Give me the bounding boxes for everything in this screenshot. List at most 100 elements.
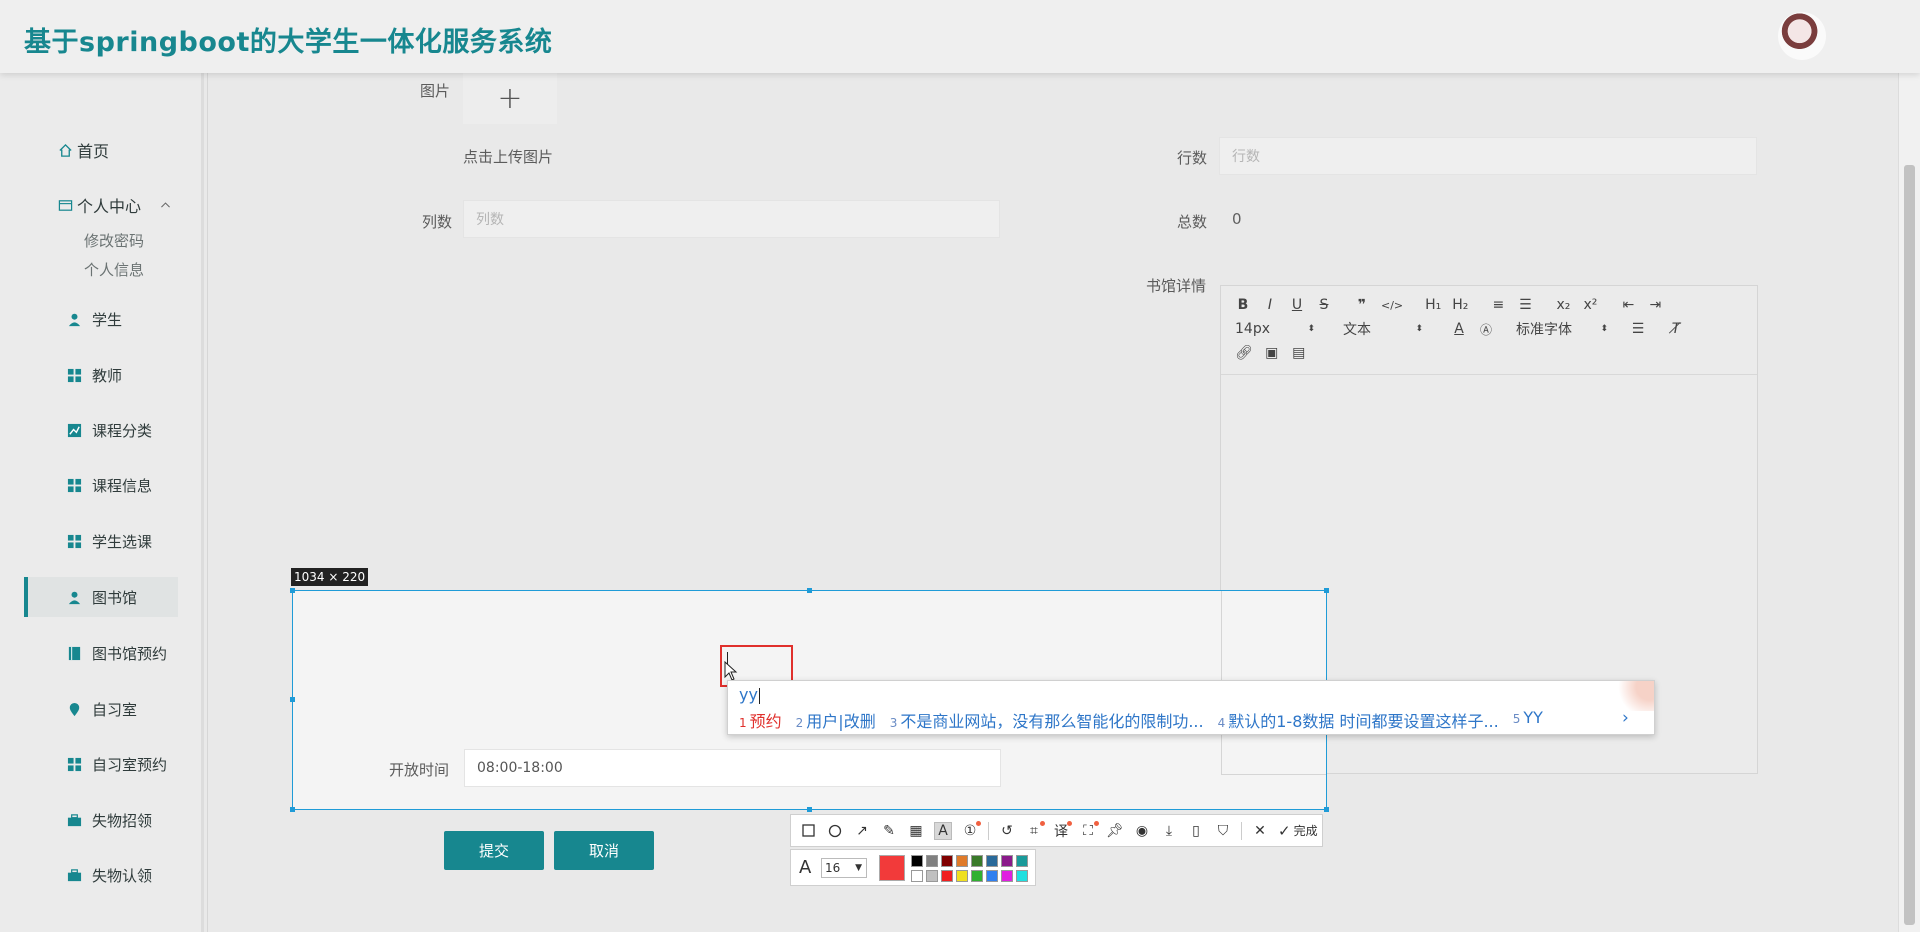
color-swatch[interactable]	[1001, 870, 1013, 882]
ime-next-page-icon[interactable]: ›	[1622, 708, 1629, 728]
color-swatch[interactable]	[911, 855, 923, 867]
rectangle-tool-icon[interactable]	[799, 822, 817, 840]
color-swatch[interactable]	[971, 870, 983, 882]
color-swatch[interactable]	[986, 855, 998, 867]
underline-icon[interactable]: U	[1289, 296, 1305, 314]
cols-input[interactable]: 列数	[463, 200, 1000, 238]
sidebar-item-course-info[interactable]: 课程信息	[24, 465, 178, 505]
color-swatch[interactable]	[956, 870, 968, 882]
code-icon[interactable]: </>	[1381, 296, 1403, 314]
chevron-up-icon[interactable]	[159, 199, 172, 212]
font-size-select[interactable]: 14px ⬍	[1235, 320, 1315, 338]
ellipse-tool-icon[interactable]	[826, 822, 844, 840]
sidebar-item-student[interactable]: 学生	[24, 299, 178, 339]
done-button[interactable]: ✓ 完成	[1278, 822, 1318, 840]
resize-handle[interactable]	[290, 588, 295, 593]
video-icon[interactable]: ▤	[1291, 344, 1307, 362]
link-icon[interactable]: 🔗︎	[1235, 344, 1253, 362]
heading1-icon[interactable]: H₁	[1425, 296, 1441, 314]
color-swatch[interactable]	[956, 855, 968, 867]
text-tool-icon[interactable]: A	[934, 821, 952, 840]
subscript-icon[interactable]: x₂	[1555, 296, 1571, 314]
bullet-list-icon[interactable]: ☰	[1517, 296, 1533, 314]
clear-format-icon[interactable]: T̸	[1668, 320, 1684, 338]
indent-icon[interactable]: ⇥	[1647, 296, 1663, 314]
color-swatch[interactable]	[941, 870, 953, 882]
sidebar-item-teacher[interactable]: 教师	[24, 355, 178, 395]
align-icon[interactable]: ☰	[1630, 320, 1646, 338]
scrollbar-thumb[interactable]	[1904, 165, 1915, 925]
strikethrough-icon[interactable]: S	[1316, 296, 1332, 314]
font-size-value: 16	[825, 861, 841, 875]
mosaic-tool-icon[interactable]: ▦	[907, 822, 925, 840]
sidebar-item-lost-found[interactable]: 失物招领	[24, 800, 178, 840]
bookmark-icon[interactable]: ⛉	[1214, 822, 1232, 840]
resize-handle[interactable]	[807, 807, 812, 812]
open-time-label: 开放时间	[389, 761, 450, 779]
sidebar-item-lost-claim[interactable]: 失物认领	[24, 855, 178, 895]
blockquote-icon[interactable]: ❞	[1354, 296, 1370, 314]
color-swatch[interactable]	[911, 870, 923, 882]
italic-icon[interactable]: I	[1262, 296, 1278, 314]
font-size-dropdown[interactable]: 16 ▼	[821, 858, 867, 878]
resize-handle[interactable]	[1324, 588, 1329, 593]
sidebar-item-personal-center[interactable]: 个人中心	[58, 193, 176, 217]
sidebar-item-study-room[interactable]: 自习室	[24, 689, 178, 729]
rows-input[interactable]: 行数	[1219, 137, 1757, 175]
color-swatch[interactable]	[941, 855, 953, 867]
superscript-icon[interactable]: x²	[1582, 296, 1598, 314]
color-swatch[interactable]	[1016, 870, 1028, 882]
ime-candidate[interactable]: 3 不是商业网站，没有那么智能化的限制功...	[890, 708, 1204, 732]
color-swatch[interactable]	[986, 870, 998, 882]
ime-candidate[interactable]: 1 预约	[739, 708, 782, 732]
arrow-tool-icon[interactable]: ↗	[853, 822, 871, 840]
background-color-icon[interactable]: Ⓐ	[1478, 320, 1494, 338]
sidebar-item-course-category[interactable]: 课程分类	[24, 410, 178, 450]
phone-icon[interactable]: ▯	[1187, 822, 1205, 840]
color-swatch[interactable]	[1001, 855, 1013, 867]
block-type-select[interactable]: 文本 ⬍	[1343, 320, 1423, 338]
resize-handle[interactable]	[1324, 807, 1329, 812]
color-swatch[interactable]	[1016, 855, 1028, 867]
color-swatch[interactable]	[926, 870, 938, 882]
font-family-select[interactable]: 标准字体 ⬍	[1516, 320, 1608, 338]
scan-tool-icon[interactable]: ⛶	[1079, 820, 1099, 840]
bold-icon[interactable]: B	[1235, 296, 1251, 314]
open-time-input[interactable]: 08:00-18:00	[464, 749, 1001, 787]
translate-tool-icon[interactable]: 译	[1052, 820, 1072, 840]
page-scrollbar[interactable]	[1898, 73, 1920, 932]
sidebar-item-library-booking[interactable]: 图书馆预约	[24, 633, 178, 673]
ime-candidate[interactable]: 4 默认的1-8数据 时间都要设置这样子...	[1218, 708, 1499, 732]
color-swatch[interactable]	[971, 855, 983, 867]
sidebar-item-library[interactable]: 图书馆	[24, 577, 178, 617]
outdent-icon[interactable]: ⇤	[1620, 296, 1636, 314]
resize-handle[interactable]	[290, 807, 295, 812]
resize-handle[interactable]	[807, 588, 812, 593]
record-icon[interactable]: ◉	[1133, 822, 1151, 840]
number-tool-icon[interactable]: ①	[961, 820, 981, 840]
close-icon[interactable]: ✕	[1251, 822, 1269, 840]
ocr-tool-icon[interactable]: ⌗	[1025, 820, 1045, 840]
sidebar-item-course-selection[interactable]: 学生选课	[24, 521, 178, 561]
download-icon[interactable]: ⤓	[1160, 822, 1178, 840]
image-upload-button[interactable]: +	[463, 72, 557, 124]
pen-tool-icon[interactable]: ✎	[880, 822, 898, 840]
sidebar-item-home[interactable]: 首页	[58, 138, 109, 162]
sidebar-item-study-room-booking[interactable]: 自习室预约	[24, 744, 178, 784]
font-color-icon[interactable]: A	[1451, 320, 1467, 338]
color-swatch[interactable]	[926, 855, 938, 867]
resize-handle[interactable]	[290, 697, 295, 702]
current-color-swatch[interactable]	[879, 855, 905, 881]
sidebar-subitem-change-password[interactable]: 修改密码	[84, 230, 144, 251]
ime-candidate[interactable]: 5 YY	[1513, 708, 1543, 732]
ime-candidate[interactable]: 2 用户|改删	[796, 708, 876, 732]
user-avatar[interactable]	[1778, 12, 1826, 60]
heading2-icon[interactable]: H₂	[1452, 296, 1468, 314]
pin-icon[interactable]: 📌︎	[1106, 822, 1124, 840]
submit-button[interactable]: 提交	[444, 831, 544, 870]
undo-icon[interactable]: ↺	[998, 822, 1016, 840]
cancel-button[interactable]: 取消	[554, 831, 654, 870]
image-icon[interactable]: ▣	[1264, 344, 1280, 362]
sidebar-subitem-personal-info[interactable]: 个人信息	[84, 259, 144, 280]
ordered-list-icon[interactable]: ≡	[1490, 296, 1506, 314]
